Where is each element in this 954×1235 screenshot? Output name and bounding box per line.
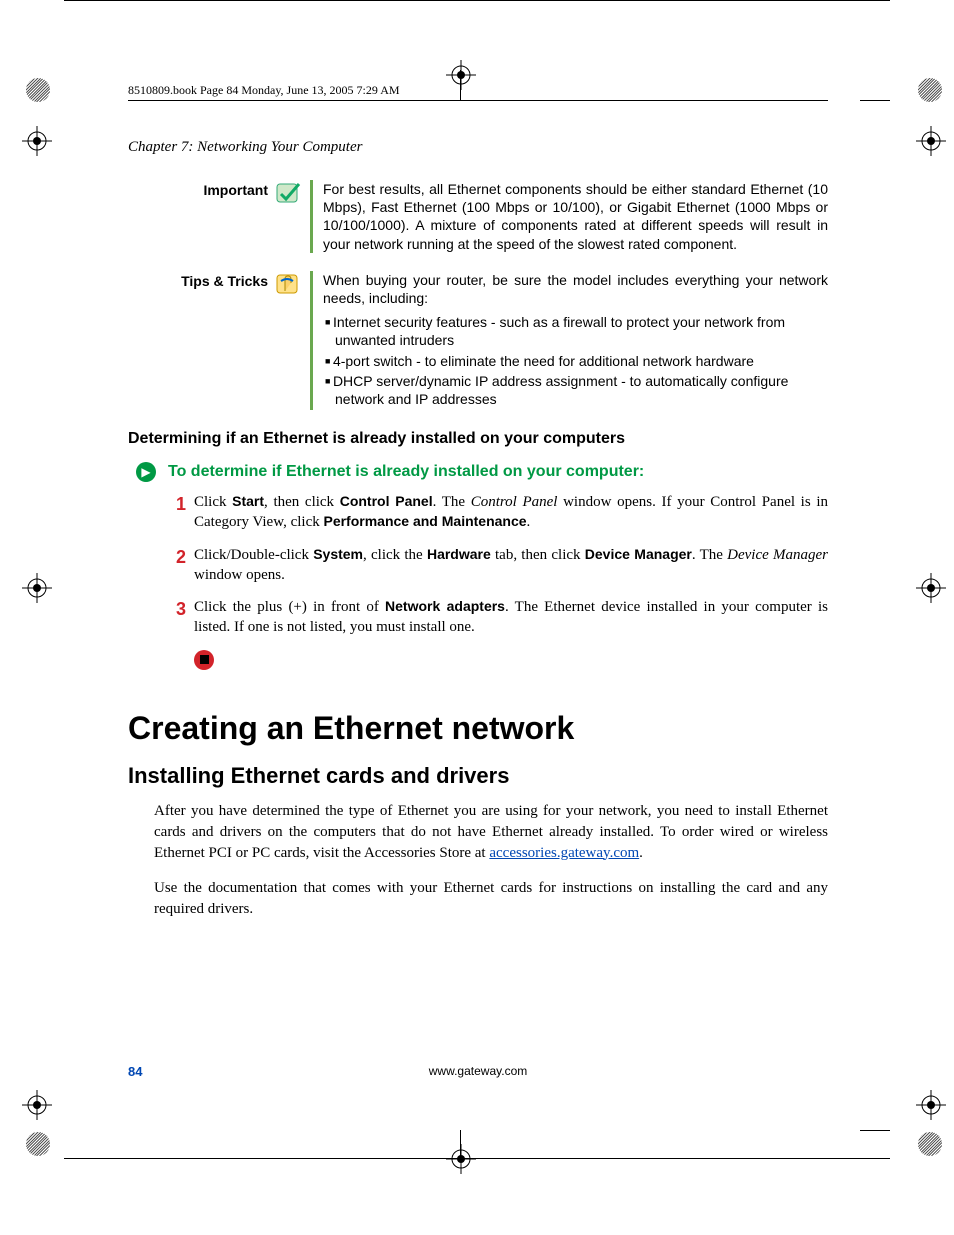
steps-list: 1 Click Start, then click Control Panel.… <box>164 492 828 638</box>
accessories-link[interactable]: accessories.gateway.com <box>489 845 639 861</box>
important-label: Important <box>128 180 274 253</box>
step-text: , click the <box>363 547 427 563</box>
step-text: . <box>527 514 531 530</box>
ui-term: Control Panel <box>340 493 433 509</box>
tips-item: DHCP server/dynamic IP address assignmen… <box>325 372 828 408</box>
registration-mark-icon <box>446 60 476 90</box>
crop-line-bottom <box>64 1158 890 1159</box>
task-heading: ▶ To determine if Ethernet is already in… <box>128 462 828 482</box>
ui-term: Network adapters <box>385 598 505 614</box>
tips-body: When buying your router, be sure the mod… <box>323 271 828 410</box>
ui-term: Device Manager <box>585 546 692 562</box>
finger-string-icon <box>274 271 302 410</box>
play-arrow-icon: ▶ <box>136 462 156 482</box>
important-text: For best results, all Ethernet component… <box>323 180 828 253</box>
step-number: 3 <box>164 597 194 638</box>
ui-term: Hardware <box>427 546 491 562</box>
step-text: . The <box>433 494 471 510</box>
print-header: 8510809.book Page 84 Monday, June 13, 20… <box>128 83 400 98</box>
tips-lead: When buying your router, be sure the mod… <box>323 272 828 306</box>
step-body: Click/Double-click System, click the Har… <box>194 545 828 586</box>
heading-2: Installing Ethernet cards and drivers <box>128 763 828 789</box>
registration-mark-icon <box>916 573 946 603</box>
callout-separator <box>310 180 313 253</box>
footer-url: www.gateway.com <box>429 1064 527 1078</box>
step-number: 1 <box>164 492 194 533</box>
paragraph: Use the documentation that comes with yo… <box>154 878 828 920</box>
step: 3 Click the plus (+) in front of Network… <box>164 597 828 638</box>
heading-1: Creating an Ethernet network <box>128 710 828 747</box>
step-body: Click Start, then click Control Panel. T… <box>194 492 828 533</box>
page-number: 84 <box>128 1064 142 1079</box>
step-text: Click <box>194 494 232 510</box>
tips-item: 4-port switch - to eliminate the need fo… <box>325 352 828 370</box>
tips-item: Internet security features - such as a f… <box>325 313 828 349</box>
registration-mark-icon <box>22 126 52 156</box>
step: 1 Click Start, then click Control Panel.… <box>164 492 828 533</box>
window-name: Device Manager <box>727 547 828 563</box>
ui-term: Start <box>232 493 264 509</box>
tips-callout: Tips & Tricks When buying your router, b… <box>128 271 828 410</box>
hatched-circle-icon <box>918 78 942 102</box>
step-number: 2 <box>164 545 194 586</box>
step: 2 Click/Double-click System, click the H… <box>164 545 828 586</box>
chapter-title: Chapter 7: Networking Your Computer <box>128 139 362 156</box>
step-text: tab, then click <box>491 547 585 563</box>
step-text: , then click <box>264 494 340 510</box>
hatched-circle-icon <box>26 78 50 102</box>
paragraph-text: . <box>639 845 643 861</box>
registration-mark-icon <box>22 573 52 603</box>
tips-list: Internet security features - such as a f… <box>323 313 828 408</box>
task-title: To determine if Ethernet is already inst… <box>168 463 644 481</box>
ui-term: System <box>313 546 363 562</box>
registration-mark-icon <box>22 1090 52 1120</box>
window-name: Control Panel <box>471 494 558 510</box>
registration-mark-icon <box>916 1090 946 1120</box>
step-text: . The <box>692 547 727 563</box>
step-body: Click the plus (+) in front of Network a… <box>194 597 828 638</box>
step-text: Click/Double-click <box>194 547 313 563</box>
registration-mark-icon <box>446 1144 476 1174</box>
page-footer: 84 www.gateway.com <box>128 1064 828 1080</box>
important-callout: Important For best results, all Ethernet… <box>128 180 828 253</box>
end-task-icon <box>194 650 214 670</box>
registration-mark-icon <box>916 126 946 156</box>
checkmark-icon <box>274 180 302 253</box>
step-text: window opens. <box>194 567 285 583</box>
tips-label: Tips & Tricks <box>128 271 274 410</box>
subheading: Determining if an Ethernet is already in… <box>128 430 828 448</box>
crop-line-top <box>64 0 890 1</box>
header-rule <box>128 100 828 101</box>
callout-separator <box>310 271 313 410</box>
crop-line-bottom-right <box>860 1130 890 1131</box>
page-content: Important For best results, all Ethernet… <box>128 180 828 934</box>
hatched-circle-icon <box>918 1132 942 1156</box>
ui-term: Performance and Maintenance <box>323 513 526 529</box>
hatched-circle-icon <box>26 1132 50 1156</box>
step-text: Click the plus (+) in front of <box>194 599 385 615</box>
paragraph: After you have determined the type of Et… <box>154 801 828 864</box>
crop-line-top-right <box>860 100 890 101</box>
